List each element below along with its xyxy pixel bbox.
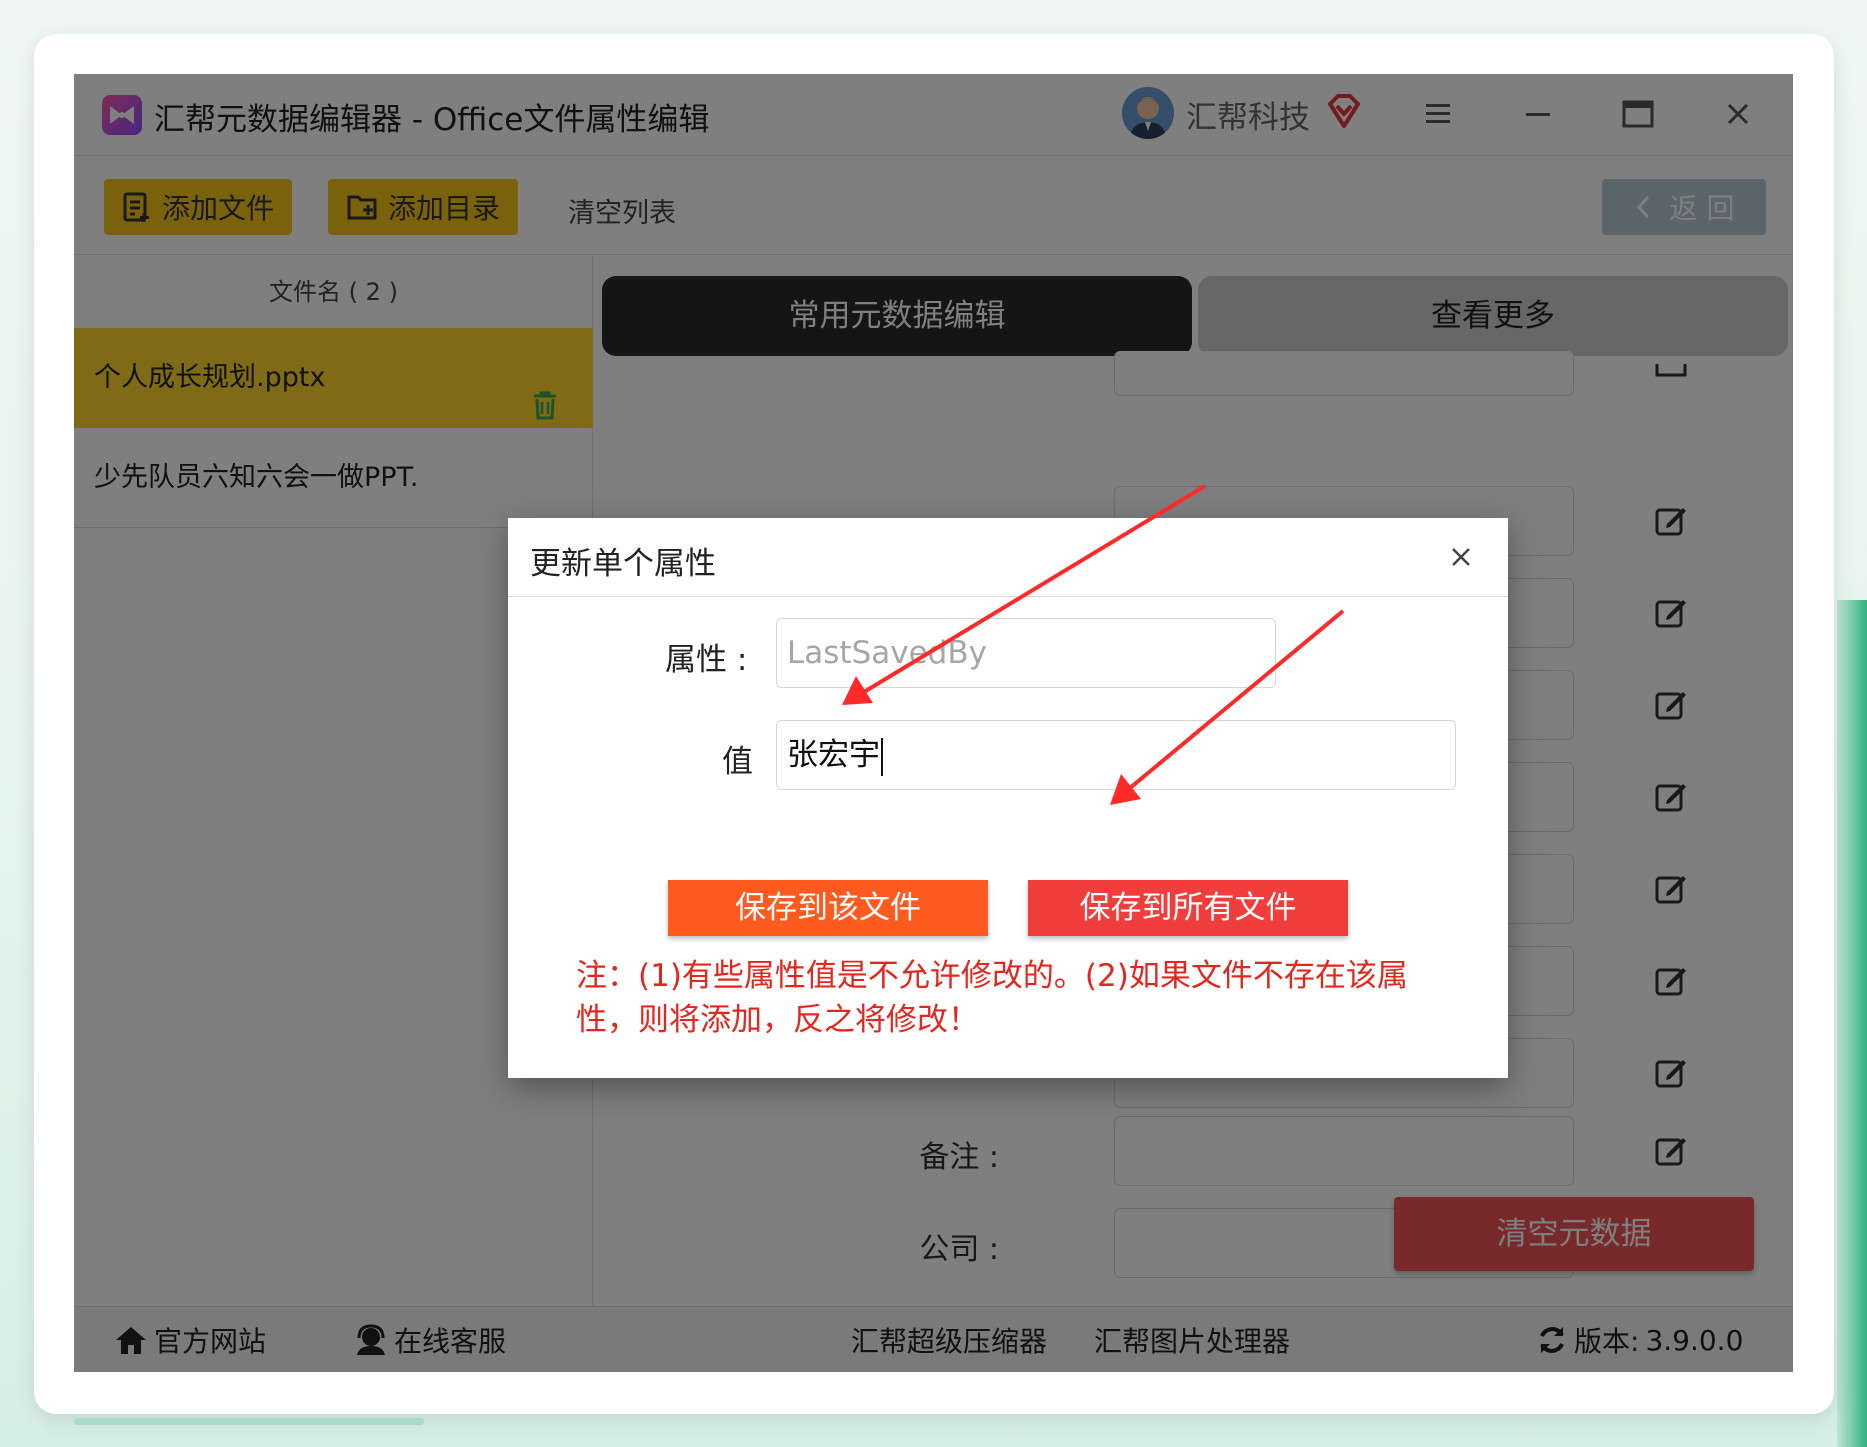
back-button[interactable]: 返 回 bbox=[1602, 179, 1766, 235]
edit-icon[interactable] bbox=[1654, 964, 1688, 998]
minimize-icon[interactable] bbox=[1518, 94, 1558, 134]
support-link[interactable]: 在线客服 bbox=[354, 1320, 506, 1360]
vip-diamond-icon[interactable] bbox=[1326, 94, 1362, 132]
clear-list-button[interactable]: 清空列表 bbox=[568, 191, 676, 230]
edit-icon[interactable] bbox=[1654, 596, 1688, 630]
file-list-header: 文件名 ( 2 ) bbox=[269, 278, 398, 306]
file-name: 个人成长规划.pptx bbox=[94, 362, 326, 393]
add-folder-icon bbox=[347, 195, 377, 220]
home-icon bbox=[116, 1327, 146, 1354]
tab-view-more[interactable]: 查看更多 bbox=[1198, 276, 1788, 356]
version-info[interactable]: 版本: 3.9.0.0 bbox=[1536, 1320, 1743, 1360]
metadata-field-input[interactable] bbox=[1114, 351, 1574, 396]
refresh-icon bbox=[1540, 1327, 1564, 1353]
property-label: 属性 : bbox=[665, 642, 748, 678]
dialog-close-icon[interactable] bbox=[1446, 542, 1476, 576]
clear-metadata-button[interactable]: 清空元数据 bbox=[1394, 1197, 1754, 1271]
file-list-item[interactable]: 个人成长规划.pptx bbox=[74, 328, 593, 428]
value-input[interactable]: 张宏宇 bbox=[776, 720, 1456, 790]
edit-icon[interactable] bbox=[1654, 688, 1688, 722]
trash-icon[interactable] bbox=[532, 362, 558, 428]
scroll-indicator bbox=[74, 1418, 424, 1425]
text-caret bbox=[881, 737, 883, 776]
file-name: 少先队员六知六会一做PPT. bbox=[94, 462, 419, 493]
image-tool-link[interactable]: 汇帮图片处理器 bbox=[1094, 1320, 1290, 1360]
website-label: 官方网站 bbox=[154, 1325, 267, 1358]
file-list-item[interactable]: 少先队员六知六会一做PPT. bbox=[74, 428, 593, 528]
update-property-dialog: 更新单个属性 属性 : LastSavedBy 值 张宏宇 保存到该文件 保存到… bbox=[508, 518, 1508, 1078]
close-icon[interactable] bbox=[1718, 94, 1758, 134]
support-label: 在线客服 bbox=[394, 1325, 507, 1358]
app-window: 汇帮元数据编辑器 - Office文件属性编辑 汇帮科技 添加文件 添加目录 清… bbox=[74, 74, 1793, 1372]
title-bar: 汇帮元数据编辑器 - Office文件属性编辑 汇帮科技 bbox=[74, 74, 1793, 156]
note-line-2: 性，则将添加，反之将修改！ bbox=[576, 1002, 979, 1038]
edit-icon[interactable] bbox=[1654, 504, 1688, 538]
background-edge bbox=[1837, 600, 1867, 1447]
chevron-left-icon bbox=[1636, 195, 1649, 219]
add-file-button[interactable]: 添加文件 bbox=[104, 179, 293, 235]
property-input: LastSavedBy bbox=[776, 618, 1276, 688]
version-label: 版本: bbox=[1574, 1325, 1640, 1358]
edit-icon[interactable] bbox=[1654, 872, 1688, 906]
bowtie-logo-icon bbox=[102, 95, 142, 135]
support-icon bbox=[357, 1324, 385, 1355]
dialog-divider bbox=[508, 596, 1508, 597]
dialog-note: 注：(1)有些属性值是不允许修改的。(2)如果文件不存在该属 性，则将添加，反之… bbox=[576, 954, 1456, 1042]
edit-icon[interactable] bbox=[1654, 1056, 1688, 1090]
footer: 官方网站 在线客服 汇帮超级压缩器 汇帮图片处理器 版本: 3.9.0.0 bbox=[74, 1306, 1793, 1372]
dialog-title: 更新单个属性 bbox=[530, 546, 716, 582]
website-link[interactable]: 官方网站 bbox=[114, 1320, 266, 1360]
hamburger-menu-icon[interactable] bbox=[1418, 94, 1458, 134]
remarks-input[interactable] bbox=[1114, 1116, 1574, 1186]
note-line-1: 注：(1)有些属性值是不允许修改的。(2)如果文件不存在该属 bbox=[576, 958, 1408, 994]
value-text: 张宏宇 bbox=[787, 737, 880, 773]
back-label: 返 回 bbox=[1669, 192, 1735, 225]
window-title: 汇帮元数据编辑器 - Office文件属性编辑 bbox=[154, 102, 710, 138]
edit-icon[interactable] bbox=[1654, 361, 1688, 395]
add-file-icon bbox=[123, 192, 149, 222]
toolbar: 添加文件 添加目录 清空列表 返 回 bbox=[74, 157, 1793, 255]
field-label-remarks: 备注 : bbox=[919, 1140, 999, 1175]
edit-icon[interactable] bbox=[1654, 780, 1688, 814]
save-to-all-files-button[interactable]: 保存到所有文件 bbox=[1028, 880, 1348, 936]
add-folder-label: 添加目录 bbox=[388, 192, 501, 225]
add-file-label: 添加文件 bbox=[162, 192, 275, 225]
compressor-link[interactable]: 汇帮超级压缩器 bbox=[851, 1320, 1047, 1360]
save-to-file-button[interactable]: 保存到该文件 bbox=[668, 880, 988, 936]
edit-icon[interactable] bbox=[1654, 1134, 1688, 1168]
version-value: 3.9.0.0 bbox=[1645, 1323, 1744, 1357]
user-name[interactable]: 汇帮科技 bbox=[1186, 92, 1310, 137]
add-folder-button[interactable]: 添加目录 bbox=[328, 179, 519, 235]
field-label-company: 公司 : bbox=[919, 1232, 999, 1267]
maximize-icon[interactable] bbox=[1618, 94, 1658, 134]
user-avatar-icon[interactable] bbox=[1122, 87, 1174, 139]
value-label: 值 bbox=[722, 744, 753, 780]
tab-common-metadata[interactable]: 常用元数据编辑 bbox=[602, 276, 1192, 356]
